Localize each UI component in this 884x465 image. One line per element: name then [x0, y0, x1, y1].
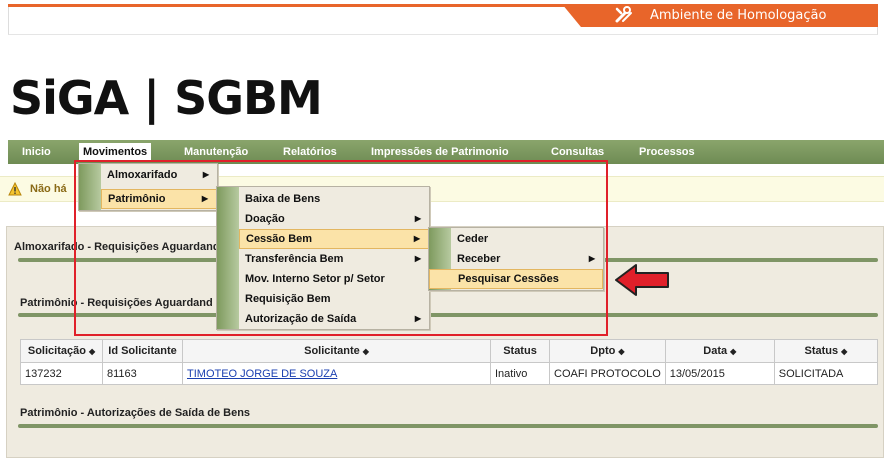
warning-icon	[8, 181, 22, 196]
sort-icon[interactable]: ◆	[618, 347, 624, 356]
sort-icon[interactable]: ◆	[363, 347, 369, 356]
sort-icon[interactable]: ◆	[730, 347, 736, 356]
nav-movimentos[interactable]: Movimentos	[79, 143, 152, 161]
column-header[interactable]: Solicitante ◆	[182, 339, 491, 363]
column-header[interactable]: Data ◆	[664, 339, 775, 363]
column-header: Id Solicitante	[102, 339, 183, 363]
annotation-arrow-icon	[615, 264, 669, 296]
column-header[interactable]: Dpto ◆	[549, 339, 666, 363]
column-header: Status	[490, 339, 550, 363]
sort-icon[interactable]: ◆	[89, 347, 95, 356]
warning-text: Não há	[30, 183, 67, 195]
table-cell: SOLICITADA	[773, 362, 879, 385]
table-cell: Inativo	[490, 362, 550, 385]
environment-label: Ambiente de Homologação	[650, 8, 827, 23]
table-cell: TIMOTEO JORGE DE SOUZA	[182, 362, 491, 385]
table-cell: 81163	[102, 362, 183, 385]
solicitante-link[interactable]: TIMOTEO JORGE DE SOUZA	[187, 368, 337, 380]
column-header[interactable]: Status ◆	[773, 339, 879, 363]
environment-banner: Ambiente de Homologação	[562, 4, 878, 27]
table-row: 137232 81163 TIMOTEO JORGE DE SOUZA Inat…	[20, 362, 879, 385]
table-cell: 13/05/2015	[664, 362, 775, 385]
requisicoes-table: Solicitação ◆ Id Solicitante Solicitante ◆…	[20, 339, 879, 385]
nav-inicio[interactable]: Inicio	[22, 140, 51, 164]
annotation-box	[74, 160, 608, 336]
section-divider	[18, 424, 878, 428]
sort-icon[interactable]: ◆	[841, 347, 847, 356]
column-header[interactable]: Solicitação ◆	[20, 339, 103, 363]
tools-icon	[614, 6, 634, 24]
app-logo: SiGA | SGBM	[10, 71, 323, 125]
section-title-autorizacoes: Patrimônio - Autorizações de Saída de Be…	[20, 407, 251, 419]
table-cell: 137232	[20, 362, 103, 385]
nav-processos[interactable]: Processos	[639, 140, 695, 164]
table-cell: COAFI PROTOCOLO	[549, 362, 666, 385]
